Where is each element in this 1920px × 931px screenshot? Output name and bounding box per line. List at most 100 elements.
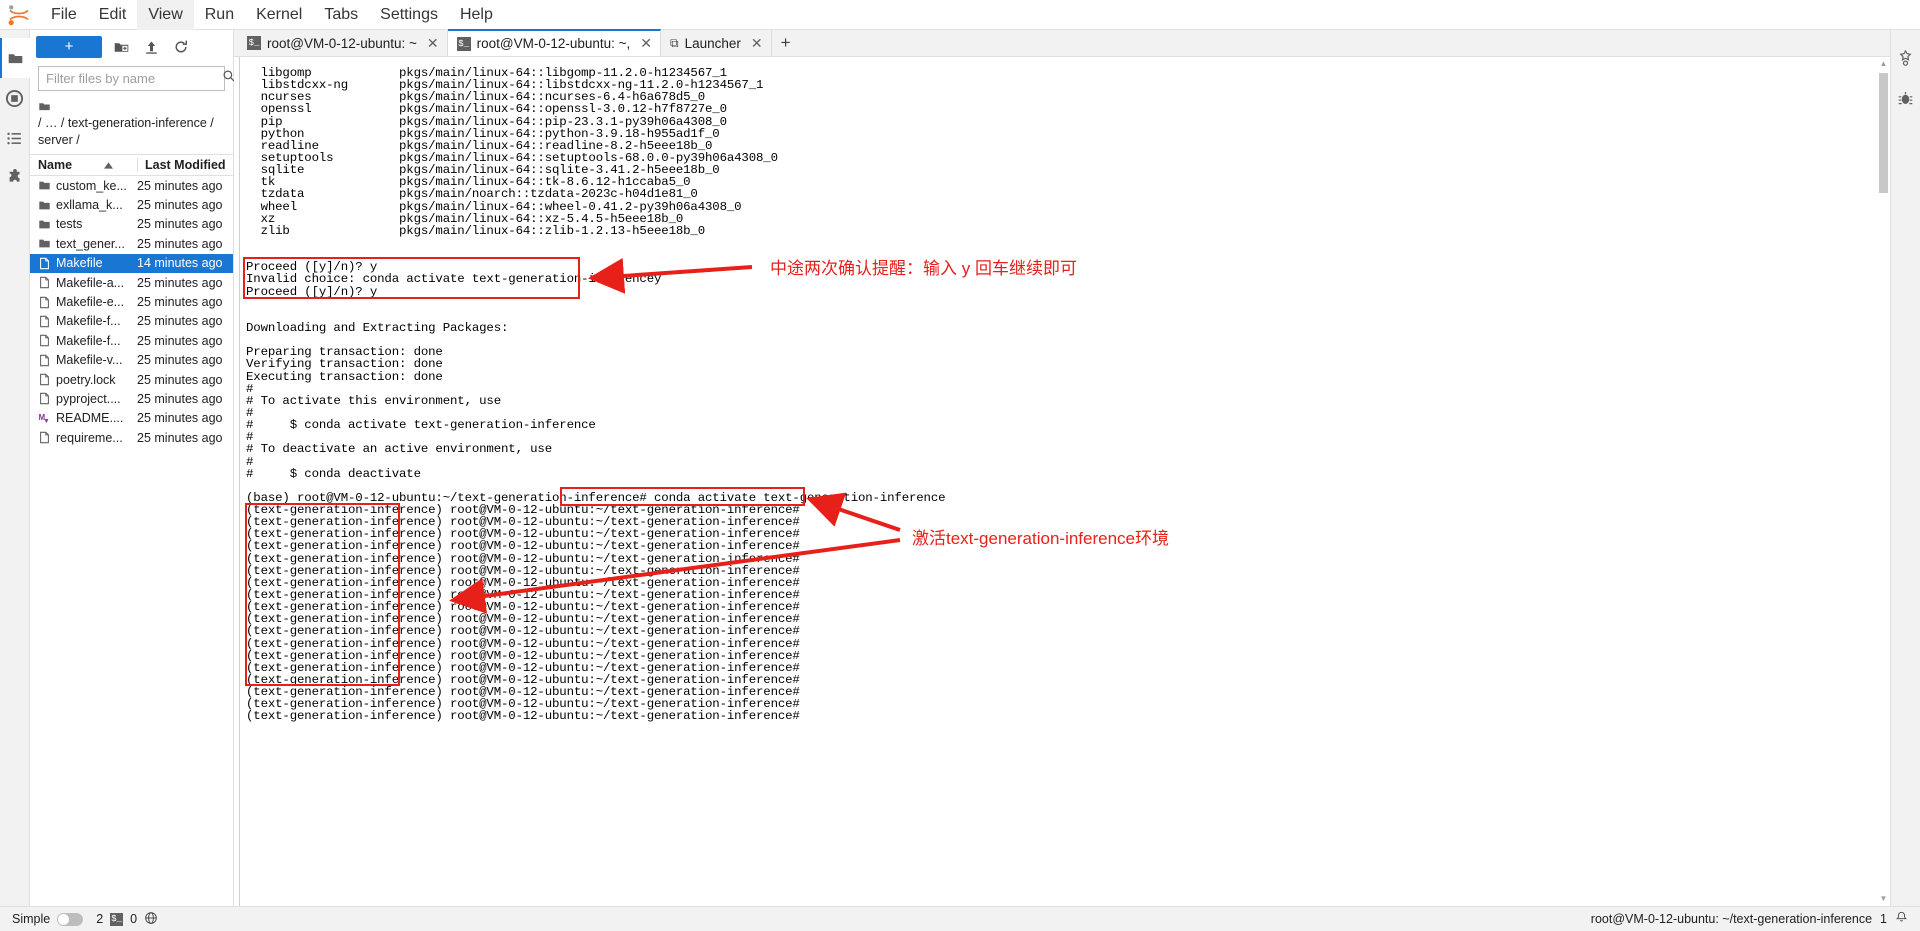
add-tab-button[interactable]: + [772, 30, 800, 56]
file-list-item[interactable]: Makefile-f... 25 minutes ago [30, 312, 233, 331]
sort-asc-icon [104, 158, 114, 172]
file-list-item[interactable]: pyproject.... 25 minutes ago [30, 389, 233, 408]
tab-terminal-2[interactable]: $_ root@VM-0-12-ubuntu: ~, ✕ [447, 29, 662, 56]
file-modified-label: 25 minutes ago [137, 198, 223, 213]
simple-mode-toggle[interactable] [57, 912, 84, 926]
new-folder-icon[interactable] [110, 36, 132, 58]
file-modified-label: 25 minutes ago [137, 430, 223, 445]
bell-icon[interactable] [1895, 911, 1908, 927]
file-list-item[interactable]: Makefile-f... 25 minutes ago [30, 331, 233, 350]
commands-icon[interactable] [0, 118, 30, 158]
file-name-cell: Makefile [30, 256, 137, 270]
file-modified-label: 25 minutes ago [137, 275, 223, 290]
file-name-cell: tests [30, 217, 137, 231]
file-list-item[interactable]: Makefile 14 minutes ago [30, 253, 233, 273]
file-modified-label: 25 minutes ago [137, 236, 223, 251]
file-name-label: Makefile-e... [56, 295, 125, 310]
file-list-item[interactable]: requireme... 25 minutes ago [30, 428, 233, 447]
scroll-up-arrow[interactable]: ▲ [1879, 59, 1888, 69]
close-icon[interactable]: ✕ [427, 35, 439, 52]
file-name-label: requireme... [56, 430, 123, 445]
terminal-line: # [246, 454, 254, 469]
file-name-label: pyproject.... [56, 391, 121, 406]
file-icon [38, 334, 51, 347]
property-inspector-icon[interactable] [1891, 38, 1920, 78]
file-modified-label: 25 minutes ago [137, 372, 223, 387]
file-name-label: text_gener... [56, 236, 125, 251]
terminal-line: # [246, 381, 254, 396]
file-filter-box[interactable] [38, 66, 235, 91]
file-list-header: Name Last Modified [30, 154, 233, 176]
file-browser-icon[interactable] [0, 38, 30, 78]
folder-icon [38, 218, 51, 231]
terminal-line: Preparing transaction: done [246, 345, 443, 360]
tab-launcher[interactable]: ⧉ Launcher ✕ [661, 30, 772, 56]
running-terminals-icon[interactable] [0, 78, 30, 118]
menu-bar: File Edit View Run Kernel Tabs Settings … [0, 0, 1920, 30]
file-list-item[interactable]: exllama_k... 25 minutes ago [30, 195, 233, 214]
file-name-cell: custom_ke... [30, 179, 137, 193]
file-name-label: Makefile-a... [56, 275, 125, 290]
file-modified-label: 25 minutes ago [137, 178, 223, 193]
scroll-down-arrow[interactable]: ▼ [1879, 894, 1888, 904]
menu-settings[interactable]: Settings [369, 0, 449, 30]
menu-help[interactable]: Help [449, 0, 504, 30]
refresh-icon[interactable] [170, 36, 192, 58]
menu-run[interactable]: Run [194, 0, 245, 30]
breadcrumb-path: / … / text-generation-inference / server… [38, 116, 214, 147]
terminal-line: tzdata pkgs/main/noarch::tzdata-2023c-h0… [246, 187, 698, 202]
menu-edit[interactable]: Edit [88, 0, 138, 30]
extensions-icon[interactable] [0, 158, 30, 198]
file-list-item[interactable]: M README.... 25 minutes ago [30, 409, 233, 428]
menu-kernel[interactable]: Kernel [245, 0, 313, 30]
file-name-label: README.... [56, 411, 124, 426]
file-name-label: tests [56, 217, 83, 232]
terminal-icon: $_ [110, 912, 124, 926]
terminal-line: (text-generation-inference) root@VM-0-12… [246, 624, 800, 639]
tab-label: Launcher [684, 35, 741, 51]
scrollbar-thumb[interactable] [1879, 73, 1888, 193]
file-name-cell: pyproject.... [30, 392, 137, 406]
terminal-container: libgomp pkgs/main/linux-64::libgomp-11.2… [234, 57, 1890, 906]
menu-view[interactable]: View [137, 0, 194, 30]
menu-tabs[interactable]: Tabs [313, 0, 369, 30]
file-name-label: custom_ke... [56, 178, 127, 193]
file-modified-label: 25 minutes ago [137, 333, 223, 348]
new-launcher-button[interactable]: + [36, 36, 102, 58]
file-modified-label: 25 minutes ago [137, 217, 223, 232]
file-list-item[interactable]: Makefile-e... 25 minutes ago [30, 292, 233, 311]
file-list-item[interactable]: Makefile-a... 25 minutes ago [30, 273, 233, 292]
column-name[interactable]: Name [30, 158, 137, 172]
terminal-scrollbar[interactable]: ▲ ▼ [1877, 57, 1890, 906]
file-name-cell: text_gener... [30, 237, 137, 251]
file-modified-label: 14 minutes ago [137, 256, 223, 271]
file-modified-label: 25 minutes ago [137, 295, 223, 310]
file-list-item[interactable]: text_gener... 25 minutes ago [30, 234, 233, 253]
tab-terminal-1[interactable]: $_ root@VM-0-12-ubuntu: ~ ✕ [238, 30, 448, 56]
file-name-cell: Makefile-f... [30, 334, 137, 348]
file-list-item[interactable]: tests 25 minutes ago [30, 215, 233, 234]
jupyter-logo-icon [6, 2, 32, 28]
search-input[interactable] [46, 71, 222, 86]
column-last-modified[interactable]: Last Modified [137, 158, 233, 172]
breadcrumb[interactable]: / … / text-generation-inference / server… [30, 97, 233, 154]
close-icon[interactable]: ✕ [751, 35, 763, 52]
file-list-item[interactable]: Makefile-v... 25 minutes ago [30, 351, 233, 370]
file-name-label: Makefile-f... [56, 314, 121, 329]
file-list-item[interactable]: custom_ke... 25 minutes ago [30, 176, 233, 195]
folder-home-icon[interactable] [38, 100, 51, 113]
file-list-item[interactable]: poetry.lock 25 minutes ago [30, 370, 233, 389]
file-name-label: poetry.lock [56, 372, 116, 387]
debugger-icon[interactable] [1891, 78, 1920, 118]
close-icon[interactable]: ✕ [640, 35, 652, 52]
file-icon [38, 373, 51, 386]
upload-icon[interactable] [140, 36, 162, 58]
tab-label: root@VM-0-12-ubuntu: ~, [476, 36, 631, 51]
terminal-line: # To deactivate an active environment, u… [246, 442, 552, 457]
globe-icon[interactable] [144, 911, 158, 928]
terminal-line: (text-generation-inference) root@VM-0-12… [246, 709, 800, 724]
menu-file[interactable]: File [40, 0, 88, 30]
file-name-label: Makefile [56, 256, 103, 271]
terminal-output[interactable]: libgomp pkgs/main/linux-64::libgomp-11.2… [240, 57, 1877, 906]
file-icon [38, 276, 51, 289]
